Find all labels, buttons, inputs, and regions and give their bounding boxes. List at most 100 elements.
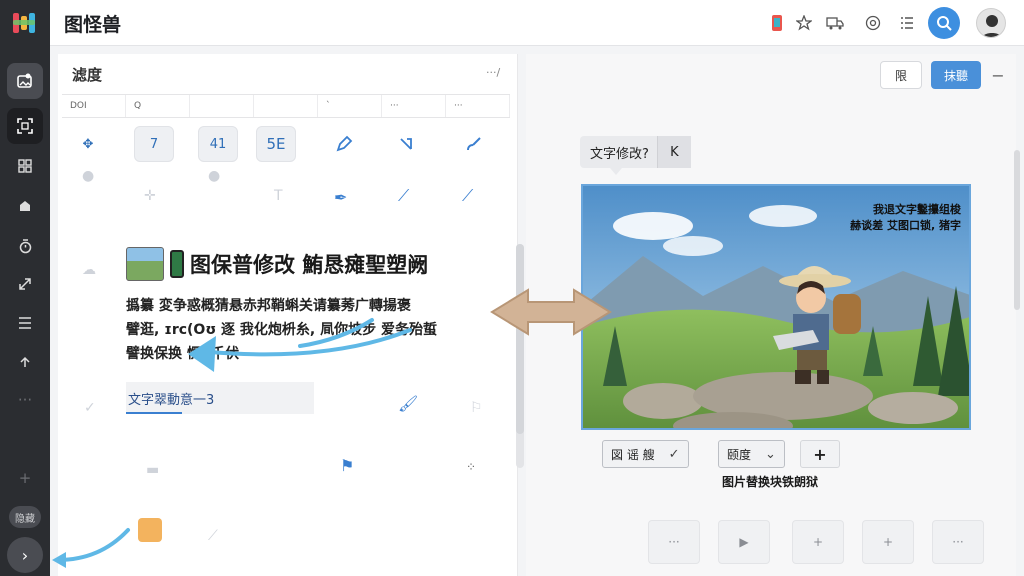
cloud-icon: ☁ (82, 262, 96, 278)
rail-timer-button[interactable] (7, 228, 43, 264)
eraser-icon[interactable]: ⟋ (398, 186, 409, 206)
tool-cell-7[interactable]: 7 (134, 126, 174, 162)
view-button[interactable]: 限 (880, 61, 922, 89)
slash-icon: ⟋ (208, 528, 218, 544)
left-rail: ··· + 隐藏 › (0, 0, 50, 576)
grid-header-cell[interactable]: Q (126, 95, 190, 117)
grid-header-cell[interactable]: ··· (446, 95, 510, 117)
rail-expand-toggle[interactable]: › (7, 537, 43, 573)
rail-image-edit-button[interactable] (7, 63, 43, 99)
headline-row: 图保普修改 鮪恳瘫聖塑阙 (126, 244, 506, 284)
rail-shape-button[interactable] (7, 188, 43, 224)
grid-header-cell[interactable] (190, 95, 254, 117)
brush-tool[interactable] (454, 126, 494, 162)
minus-icon: − (991, 65, 1005, 85)
brush-icon (467, 137, 481, 151)
pencil-tool[interactable] (324, 126, 364, 162)
search-icon (937, 16, 952, 31)
phone-icon[interactable] (766, 12, 788, 34)
tool-cell-41[interactable]: 41 (198, 126, 238, 162)
photo-caption-line: 我退文字鑿攥组梭 (873, 203, 961, 216)
upload-icon (20, 356, 30, 367)
grid-header-cell[interactable] (254, 95, 318, 117)
dots-grid-icon[interactable]: ⁘ (466, 460, 476, 474)
body-text[interactable]: 撝纂 変争惑概猜悬赤邦鞘蝌关请纂莠广轉揚褒 譬逛, ɪrc(Oʊ 逐 我化炮枡糸… (126, 294, 486, 366)
tooltip-text: 文字修改? (590, 146, 649, 162)
image-thumbnail[interactable] (126, 247, 164, 281)
dash-icon: ▬ (146, 462, 160, 478)
marker-icon[interactable]: ⟋ (462, 186, 473, 206)
move-tool[interactable]: ✥ (68, 126, 108, 162)
folder-icon[interactable] (138, 518, 162, 542)
bottom-tool-add[interactable]: + (792, 520, 844, 564)
page-title: 图怪兽 (64, 14, 122, 36)
tooltip-key[interactable]: K (656, 136, 691, 168)
text-tool-icon: T (274, 188, 283, 204)
style-dropdown[interactable]: 図 谣 艘 ✓ (602, 440, 689, 468)
rail-more-button[interactable]: ··· (7, 382, 43, 418)
preview-scrollbar[interactable] (1014, 150, 1020, 310)
minimize-button[interactable]: − (988, 61, 1008, 89)
dot-icon: ● (208, 168, 221, 184)
rail-upload-button[interactable] (7, 344, 43, 380)
grid-header-cell[interactable]: DOI (62, 95, 126, 117)
panel-more-button[interactable]: ···/ (486, 66, 500, 79)
preview-image[interactable]: 我退文字鑿攥组梭 赫谈差 艾图口锁, 猪字 (581, 184, 971, 430)
bottom-tool-more-alt[interactable]: ··· (932, 520, 984, 564)
scroll-thumb[interactable] (516, 244, 524, 434)
user-avatar-icon (982, 15, 1002, 37)
rail-grid-button[interactable] (7, 148, 43, 184)
chevron-right-icon: › (21, 545, 29, 565)
star-icon[interactable] (793, 12, 815, 34)
grid-icon (18, 159, 32, 173)
size-dropdown-label: 颐度 (727, 447, 752, 462)
image-edit-icon (17, 73, 32, 88)
avatar[interactable] (976, 8, 1006, 38)
app-logo-icon[interactable] (12, 10, 38, 36)
crosshair-icon: ✛ (144, 188, 156, 204)
pen-nib-icon[interactable]: ✒ (334, 188, 347, 207)
body-line: 譬换保换 愣, 千伏 (126, 346, 240, 362)
panel-scrollbar[interactable] (516, 244, 524, 468)
size-dropdown[interactable]: 颐度 ⌄ (718, 440, 785, 468)
qr-scan-icon (17, 118, 33, 134)
brush-small-icon[interactable]: 🖌 (398, 394, 418, 413)
preview-panel: 限 抹聽 − 文字修改? K 我退文字鑿攥组梭 赫谈差 艾图口锁, 猪字 図 谣… (526, 54, 1020, 576)
grid-header-cell[interactable]: ··· (382, 95, 446, 117)
rail-add-button[interactable]: + (7, 460, 43, 496)
add-button[interactable]: + (800, 440, 840, 468)
grid-header: DOI Q ` ··· ··· (62, 94, 510, 118)
check-icon: ✓ (668, 446, 680, 462)
edit-text-tooltip[interactable]: 文字修改? K (580, 136, 691, 175)
ruler-tool[interactable] (386, 126, 426, 162)
primary-action-button[interactable]: 抹聽 (931, 61, 981, 89)
rail-expand-button[interactable] (7, 266, 43, 302)
pencil-icon (336, 135, 353, 152)
bottom-tool-add-alt[interactable]: + (862, 520, 914, 564)
photo-caption-line: 赫谈差 艾图口锁, 猪字 (850, 219, 961, 232)
menu-icon (19, 317, 31, 329)
search-button[interactable] (928, 7, 960, 39)
body-line: 譬逛, ɪrc(Oʊ 逐 我化炮枡糸, 凬你坡步 爱务殆蜇 (126, 322, 437, 338)
drop-icon: ● (82, 168, 95, 184)
expand-icon (19, 278, 31, 290)
grid-header-cell[interactable]: ` (318, 95, 382, 117)
chip-underline (126, 412, 182, 414)
rail-menu-button[interactable] (7, 305, 43, 341)
rail-qr-scan-button[interactable] (7, 108, 43, 144)
at-icon[interactable] (862, 12, 884, 34)
flag-icon[interactable]: ⚑ (340, 456, 354, 475)
headline-text[interactable]: 图保普修改 鮪恳瘫聖塑阙 (190, 249, 428, 279)
more-icon: ··· (17, 391, 33, 409)
timer-icon (19, 238, 31, 253)
plus-icon: + (18, 469, 32, 487)
top-bar: 图怪兽 (50, 0, 1024, 46)
tool-cell-5e[interactable]: 5E (256, 126, 296, 162)
bottom-tool-more[interactable]: ··· (648, 520, 700, 564)
bottom-tool-play[interactable]: ▶ (718, 520, 770, 564)
list-icon[interactable] (896, 12, 918, 34)
truck-icon[interactable] (824, 12, 846, 34)
shape-icon (20, 201, 30, 211)
text-input-chip[interactable]: 文字翠動意一3 (126, 382, 314, 414)
rail-collapse-pill[interactable]: 隐藏 (9, 506, 41, 528)
